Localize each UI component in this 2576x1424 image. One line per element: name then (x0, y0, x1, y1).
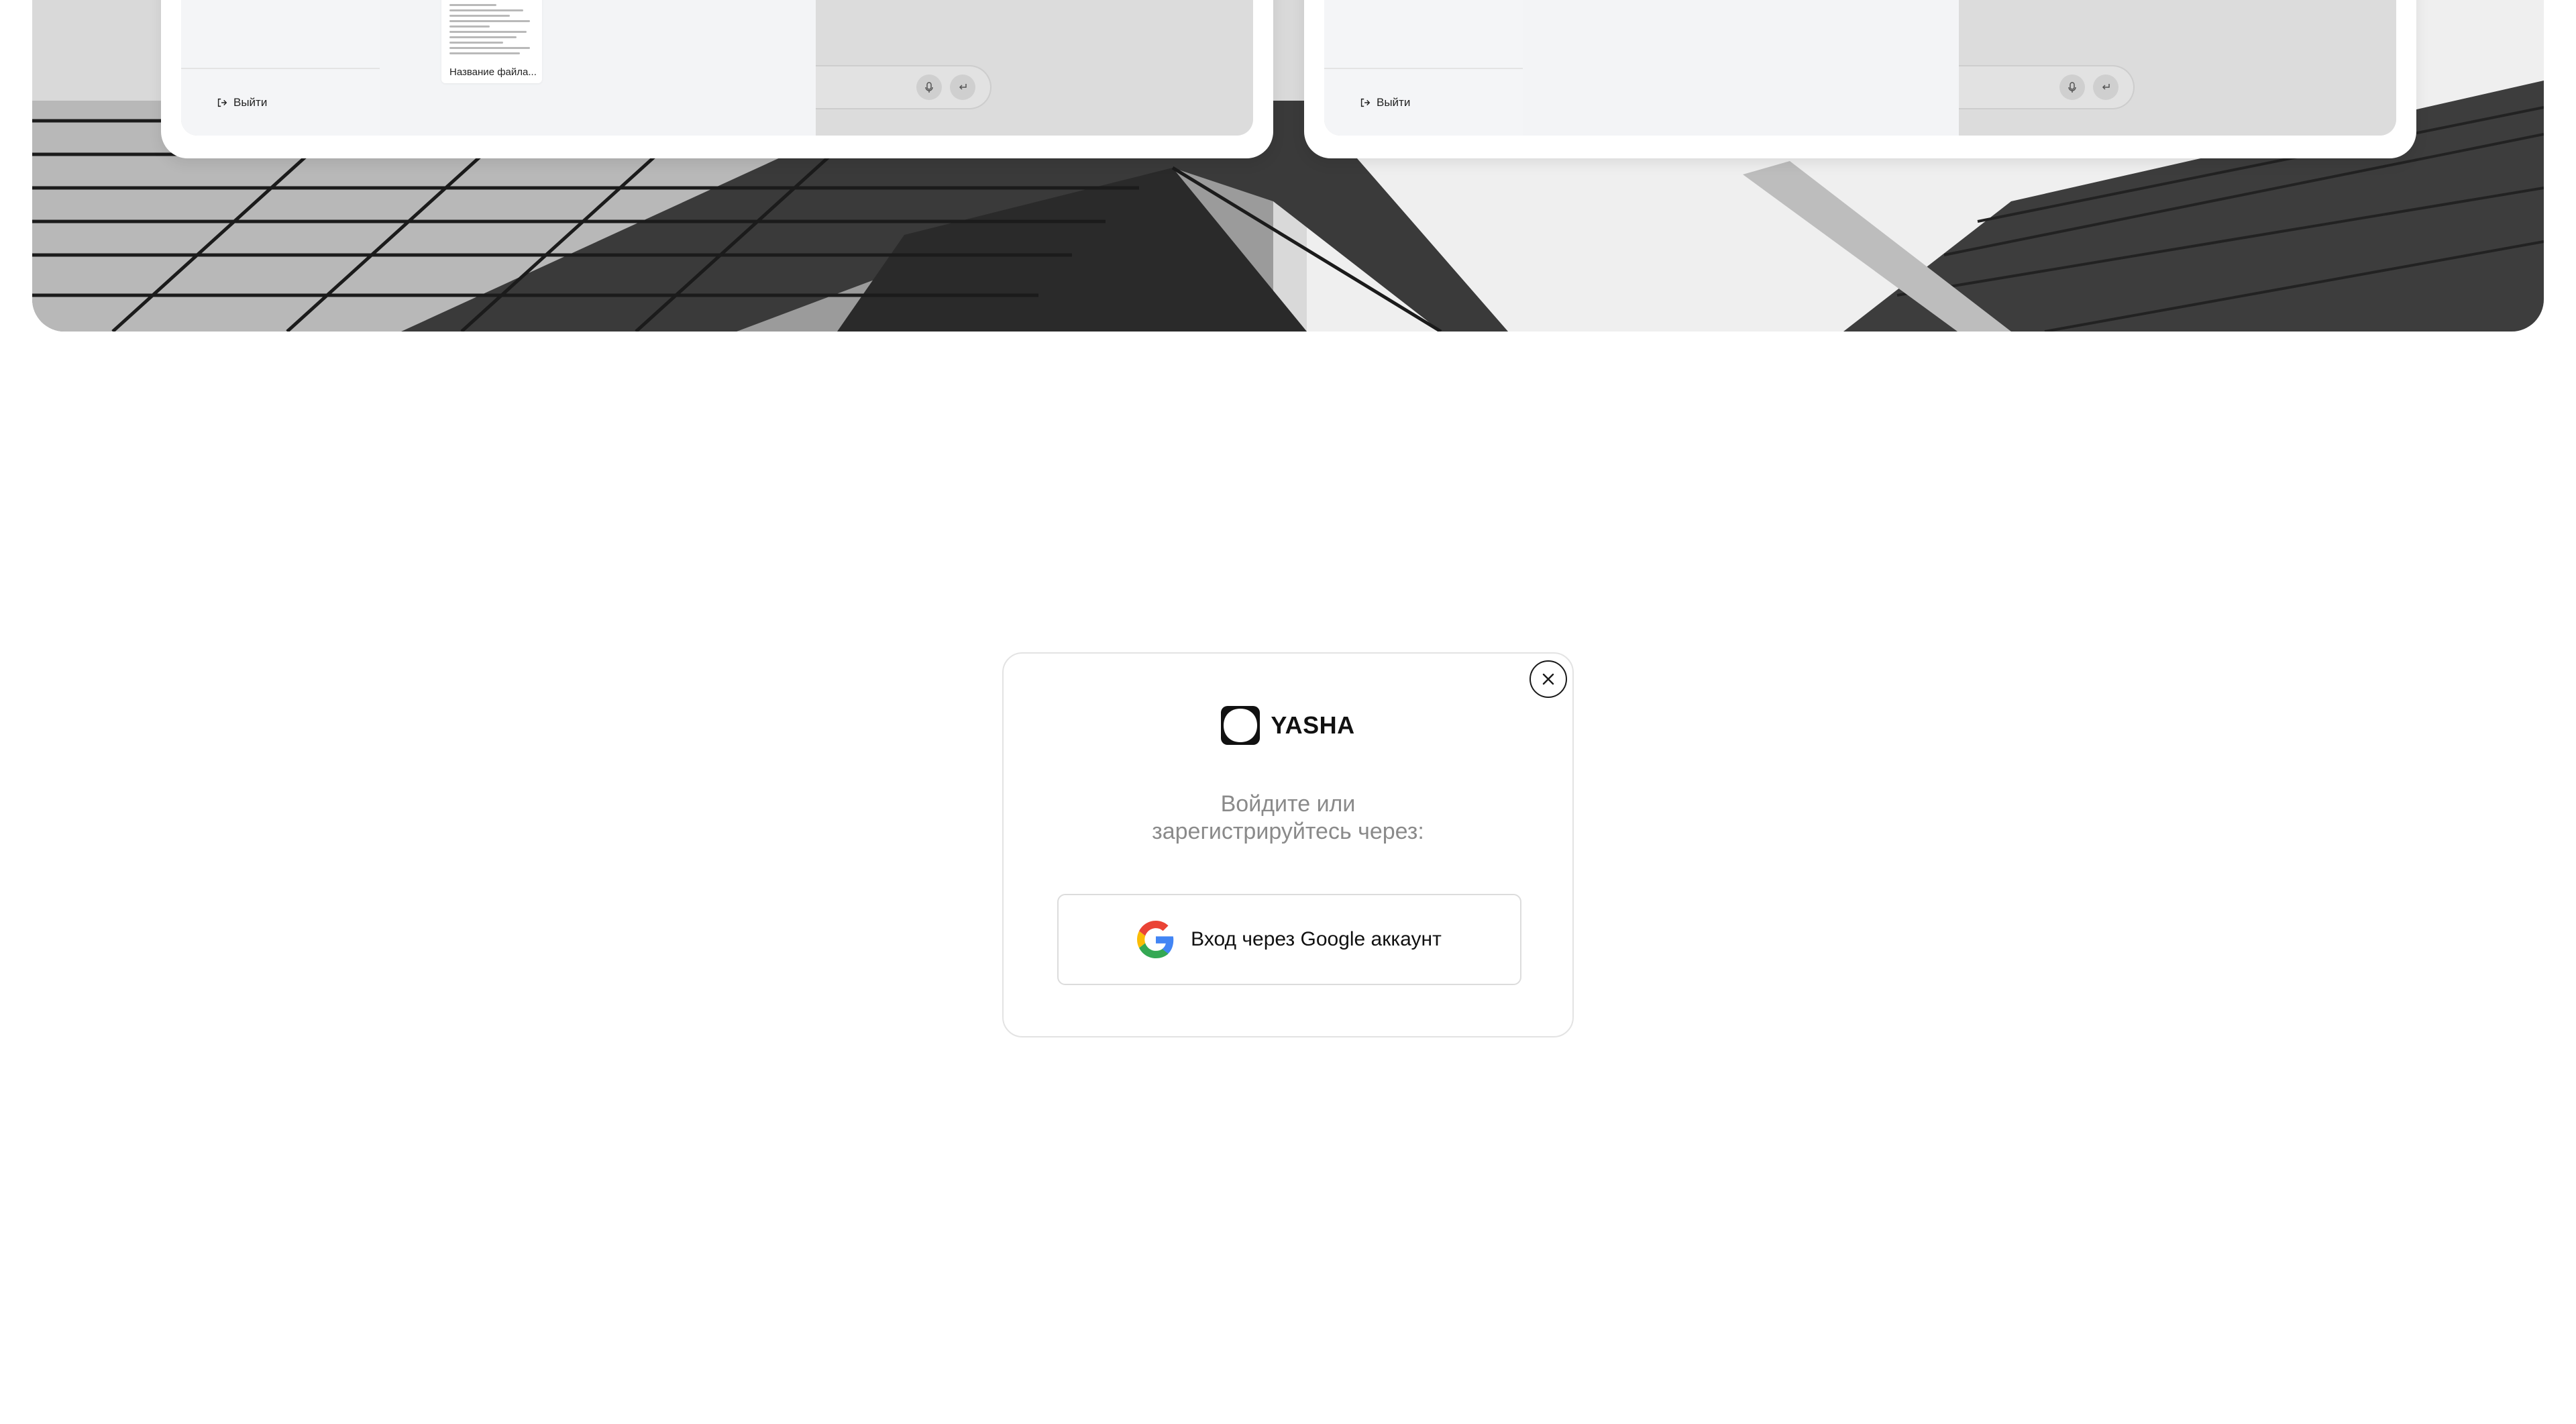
empty-panel (1523, 0, 1959, 136)
enter-icon (959, 84, 967, 90)
login-prompt: Войдите или зарегистрируйтесь через: (1004, 791, 1572, 846)
login-modal: YASHA Войдите или зарегистрируйтесь чере… (1002, 652, 1574, 1037)
logout-link[interactable]: Выйти (216, 96, 267, 109)
preview-window: Выйти Название файла... (181, 0, 1253, 136)
mic-button[interactable] (916, 74, 942, 100)
prompt-line-2: зарегистрируйтесь через: (1152, 819, 1424, 844)
prompt-line-1: Войдите или (1220, 791, 1356, 817)
preview-sidebar: Выйти (1324, 0, 1524, 136)
google-login-button[interactable]: Вход через Google аккаунт (1057, 894, 1521, 985)
app-preview-left: Выйти Название файла... (161, 0, 1273, 158)
chat-input[interactable] (816, 65, 991, 109)
file-tile-document[interactable]: Название файла... (441, 0, 542, 83)
sidebar-divider (1324, 68, 1523, 69)
preview-sidebar: Выйти (181, 0, 381, 136)
mic-icon (2068, 82, 2076, 93)
send-button[interactable] (2093, 74, 2118, 100)
logout-icon (1360, 98, 1371, 107)
google-icon (1137, 921, 1174, 958)
logout-link[interactable]: Выйти (1359, 96, 1410, 109)
brand-name: YASHA (1271, 711, 1355, 739)
logout-icon (217, 98, 227, 107)
enter-icon (2102, 84, 2110, 90)
file-caption: Название файла... (449, 66, 537, 78)
chat-input[interactable] (1959, 65, 2135, 109)
send-button[interactable] (950, 74, 975, 100)
close-icon (1542, 673, 1554, 685)
close-button[interactable] (1529, 660, 1567, 698)
mic-icon (925, 82, 933, 93)
logout-label: Выйти (233, 96, 268, 109)
app-preview-right: Выйти (1304, 0, 2416, 158)
preview-window: Выйти (1324, 0, 2396, 136)
logout-label: Выйти (1377, 96, 1411, 109)
google-button-label: Вход через Google аккаунт (1191, 928, 1442, 950)
mic-button[interactable] (2059, 74, 2085, 100)
sidebar-divider (181, 68, 380, 69)
brand: YASHA (1004, 706, 1572, 745)
files-panel: Название файла... (380, 0, 816, 136)
yasha-logo-icon (1221, 706, 1260, 745)
